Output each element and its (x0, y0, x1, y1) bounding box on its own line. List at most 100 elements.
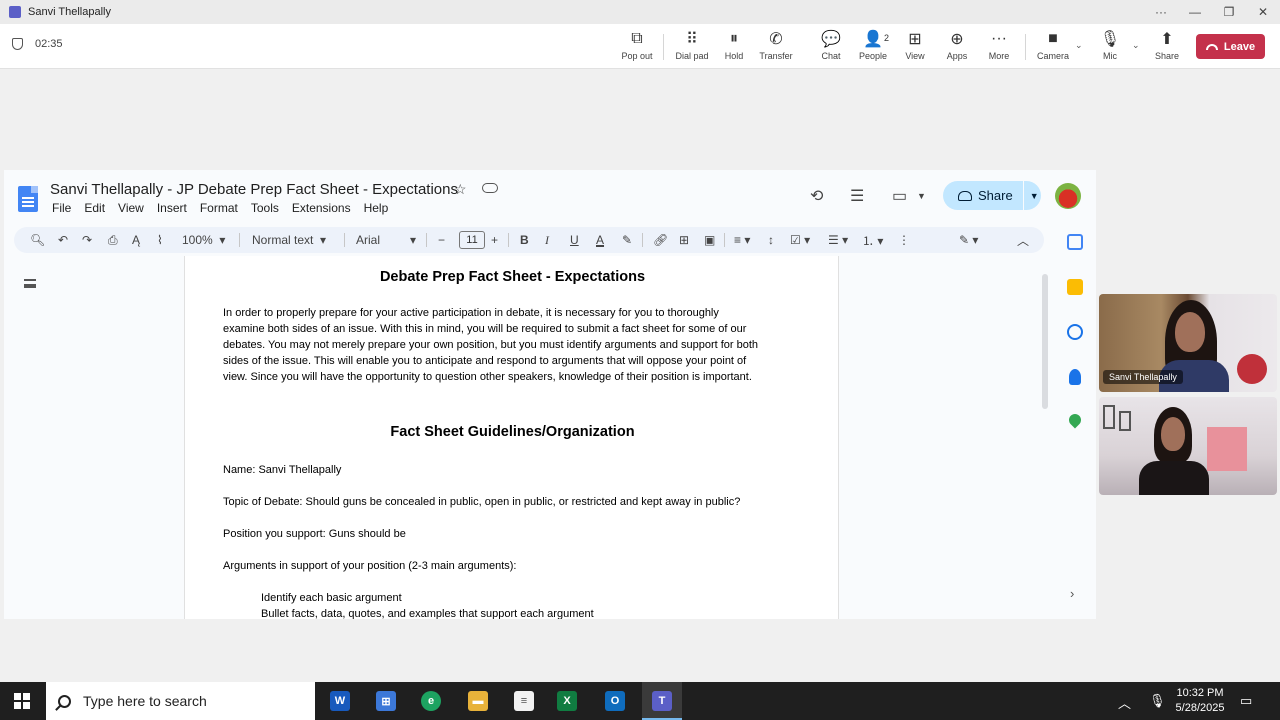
more-tools-icon[interactable]: ⋮ (898, 227, 910, 253)
close-button[interactable]: ✕ (1246, 0, 1280, 24)
bold-icon[interactable]: B (520, 227, 529, 253)
align-icon[interactable]: ≡ ▾ (734, 227, 750, 253)
self-video-tile[interactable] (1099, 397, 1277, 495)
menu-insert[interactable]: Insert (157, 201, 187, 215)
print-icon[interactable]: ⎙ (108, 227, 118, 253)
bulleted-list-icon[interactable]: ☰ ▾ (828, 227, 848, 253)
file-explorer-icon[interactable]: ▬ (468, 691, 488, 711)
mic-options-chevron-icon[interactable]: ⌄ (1132, 40, 1140, 51)
document-scrollbar[interactable] (1042, 274, 1048, 409)
checklist-icon[interactable]: ☑ ▾ (790, 227, 810, 253)
participant-video-tile[interactable]: Sanvi Thellapally (1099, 294, 1277, 392)
collapse-menu-chevron-icon[interactable]: ︿ (1017, 227, 1029, 253)
docs-menu-bar: File Edit View Insert Format Tools Exten… (52, 201, 401, 215)
people-button[interactable]: 👤 2 People (851, 28, 895, 66)
topic-line: Topic of Debate: Should guns be conceale… (223, 496, 741, 508)
document-page[interactable]: Debate Prep Fact Sheet - Expectations In… (184, 256, 839, 619)
star-icon[interactable]: ☆ (454, 181, 467, 198)
share-dropdown-chevron-icon[interactable]: ▼ (1030, 191, 1039, 201)
meet-dropdown-chevron-icon[interactable]: ▼ (917, 191, 926, 201)
leave-button[interactable]: Leave (1196, 34, 1265, 59)
undo-icon[interactable]: ↶ (58, 227, 68, 253)
menu-help[interactable]: Help (364, 201, 389, 215)
view-button[interactable]: ⊞ View (893, 28, 937, 66)
notepad-icon[interactable]: ≡ (514, 691, 534, 711)
microphone-tray-icon[interactable]: 🎙 (1149, 693, 1166, 709)
insert-image-icon[interactable]: ▣ (704, 227, 715, 253)
decrease-font-size-icon[interactable]: − (438, 227, 445, 253)
docs-share-button[interactable]: Share ▼ (943, 181, 1041, 210)
spellcheck-icon[interactable]: Ą (132, 227, 140, 253)
teams-taskbar-item[interactable]: T (642, 682, 682, 720)
arguments-line: Arguments in support of your position (2… (223, 560, 517, 572)
outlook-icon[interactable]: O (605, 691, 625, 711)
font-size-input[interactable]: 11 (459, 231, 485, 249)
menu-file[interactable]: File (52, 201, 71, 215)
increase-font-size-icon[interactable]: + (491, 227, 498, 253)
taskbar-clock[interactable]: 10:32 PM 5/28/2025 (1172, 686, 1228, 716)
share-tray-icon: ⬆ (1160, 31, 1174, 48)
plus-icon: ⊕ (950, 31, 964, 48)
dial-pad-button[interactable]: ⠿ Dial pad (670, 28, 714, 66)
insert-link-icon[interactable]: 🔗︎ (653, 227, 668, 253)
edge-icon[interactable]: e (421, 691, 441, 711)
maximize-button[interactable]: ❐ (1212, 0, 1246, 24)
grid-view-icon: ⊞ (908, 31, 922, 48)
indent-line: Bullet facts, data, quotes, and examples… (261, 608, 594, 619)
mic-button[interactable]: 🎙 Mic (1088, 28, 1132, 66)
chat-button[interactable]: 💬 Chat (809, 28, 853, 66)
contacts-icon[interactable] (1069, 369, 1081, 385)
meet-icon[interactable]: ▭ (892, 186, 907, 206)
keep-icon[interactable] (1067, 279, 1083, 295)
share-screen-button[interactable]: ⬆ Share (1145, 28, 1189, 66)
camera-options-chevron-icon[interactable]: ⌄ (1075, 40, 1083, 51)
zoom-select[interactable]: 100% ▾ (182, 227, 225, 253)
taskbar-search-input[interactable]: Type here to search (46, 682, 315, 720)
expand-side-panel-chevron-icon[interactable]: › (1070, 586, 1074, 601)
menu-extensions[interactable]: Extensions (292, 201, 351, 215)
docs-logo-icon[interactable] (18, 186, 38, 212)
paint-format-icon[interactable]: ⌇ (157, 227, 163, 253)
excel-icon[interactable]: X (557, 691, 577, 711)
apps-button[interactable]: ⊕ Apps (935, 28, 979, 66)
redo-icon[interactable]: ↷ (82, 227, 92, 253)
more-options-icon[interactable]: ··· (1144, 0, 1178, 24)
numbered-list-icon[interactable]: ⒈ ▾ (862, 227, 883, 253)
font-select[interactable]: Arial ▾ (356, 227, 416, 253)
word-icon[interactable]: W (330, 691, 350, 711)
minimize-button[interactable]: — (1178, 0, 1212, 24)
more-button[interactable]: ··· More (977, 28, 1021, 66)
maps-icon[interactable] (1066, 411, 1084, 429)
chat-icon: 💬 (821, 31, 841, 48)
calendar-icon[interactable] (1067, 234, 1083, 250)
version-history-icon[interactable]: ⟲ (810, 186, 823, 206)
menu-tools[interactable]: Tools (251, 201, 279, 215)
ellipsis-icon: ··· (991, 30, 1007, 47)
document-outline-icon[interactable] (24, 279, 36, 288)
menu-edit[interactable]: Edit (84, 201, 105, 215)
store-icon[interactable]: ⊞ (376, 691, 396, 711)
style-select[interactable]: Normal text ▾ (252, 227, 326, 253)
notifications-icon[interactable]: ▭ (1240, 693, 1252, 709)
account-avatar[interactable] (1055, 183, 1081, 209)
transfer-button[interactable]: ✆ Transfer (754, 28, 798, 66)
windows-start-icon[interactable] (14, 693, 30, 709)
pop-out-button[interactable]: ⧉ Pop out (615, 28, 659, 66)
menu-view[interactable]: View (118, 201, 144, 215)
menu-format[interactable]: Format (200, 201, 238, 215)
search-menus-icon[interactable]: 🔍︎ (30, 227, 45, 253)
line-spacing-icon[interactable]: ↕ (768, 227, 774, 253)
comments-icon[interactable]: ☰ (850, 186, 864, 206)
hold-button[interactable]: ⏸ Hold (712, 28, 756, 66)
tasks-icon[interactable] (1067, 324, 1083, 340)
add-comment-icon[interactable]: ⊞ (679, 227, 689, 253)
italic-icon[interactable]: I (545, 227, 549, 253)
camera-button[interactable]: ■ Camera (1031, 28, 1075, 66)
highlight-icon[interactable]: ✎ (622, 227, 632, 253)
text-color-icon[interactable]: A (596, 227, 604, 253)
show-hidden-icons-chevron-icon[interactable]: ︿ (1118, 693, 1131, 712)
cloud-status-icon[interactable] (482, 183, 498, 193)
editing-mode-icon[interactable]: ✎ ▾ (959, 227, 978, 253)
document-title[interactable]: Sanvi Thellapally - JP Debate Prep Fact … (50, 181, 458, 198)
underline-icon[interactable]: U (570, 227, 579, 253)
